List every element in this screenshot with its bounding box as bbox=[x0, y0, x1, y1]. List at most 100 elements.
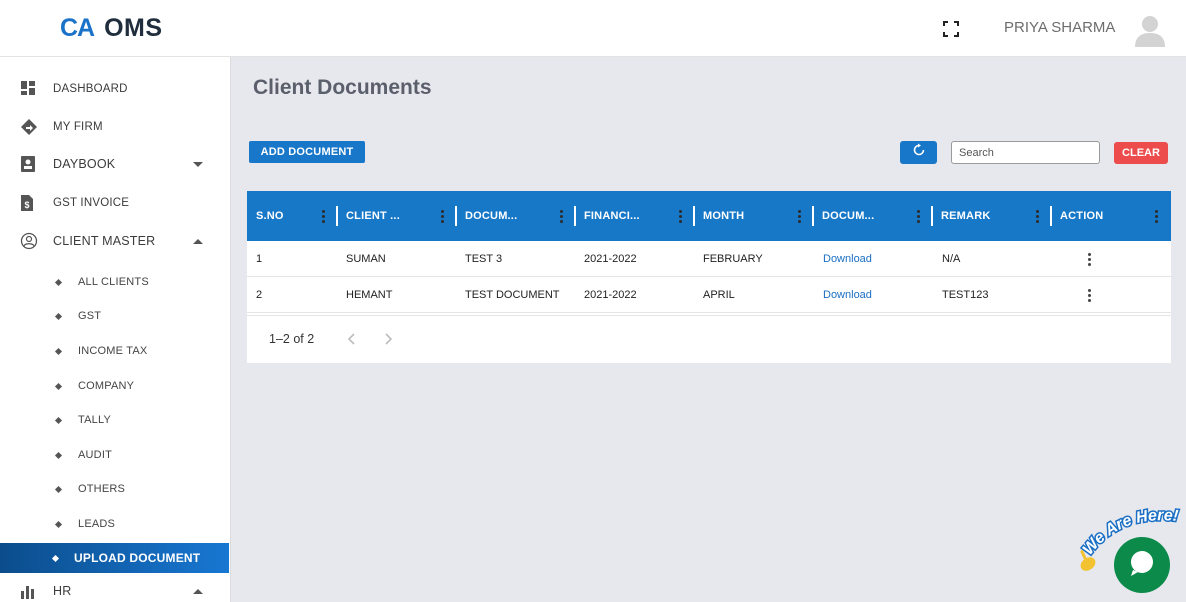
sidebar-subitem-label: INCOME TAX bbox=[78, 345, 148, 357]
column-menu-icon[interactable] bbox=[679, 210, 682, 223]
sidebar-item-label: HR bbox=[53, 584, 72, 598]
hr-chart-icon bbox=[20, 583, 38, 601]
column-header-label: S.NO bbox=[256, 210, 284, 222]
firm-icon bbox=[20, 118, 38, 136]
cell-sno: 1 bbox=[256, 253, 263, 265]
table-row[interactable]: 1 SUMAN TEST 3 2021-2022 FEBRUARY Downlo… bbox=[247, 241, 1171, 277]
column-menu-icon[interactable] bbox=[917, 210, 920, 223]
add-document-button[interactable]: ADD DOCUMENT bbox=[249, 141, 365, 163]
column-header-month[interactable]: MONTH bbox=[694, 191, 813, 241]
svg-text:$: $ bbox=[24, 200, 29, 210]
cell-remark: TEST123 bbox=[942, 289, 989, 301]
column-menu-icon[interactable] bbox=[441, 210, 444, 223]
app-logo[interactable]: CA OMS bbox=[60, 14, 163, 43]
sidebar-subitem-all-clients[interactable]: ALL CLIENTS bbox=[0, 267, 229, 297]
column-header-document[interactable]: DOCUM... bbox=[456, 191, 575, 241]
column-header-label: FINANCI... bbox=[584, 210, 640, 222]
column-menu-icon[interactable] bbox=[560, 210, 563, 223]
column-header-label: DOCUM... bbox=[465, 210, 518, 222]
row-actions-icon[interactable] bbox=[1088, 253, 1092, 269]
sidebar-subitem-company[interactable]: COMPANY bbox=[0, 371, 229, 401]
sidebar-subitem-label: ALL CLIENTS bbox=[78, 276, 149, 288]
clear-button[interactable]: CLEAR bbox=[1114, 142, 1168, 164]
bullet-icon bbox=[54, 347, 63, 355]
cell-remark: N/A bbox=[942, 253, 961, 265]
cell-financial-year: 2021-2022 bbox=[584, 253, 637, 265]
chevron-up-icon bbox=[193, 589, 203, 594]
sidebar-subitem-income-tax[interactable]: INCOME TAX bbox=[0, 336, 229, 366]
column-header-remark[interactable]: REMARK bbox=[932, 191, 1051, 241]
sidebar-subitem-audit[interactable]: AUDIT bbox=[0, 440, 229, 470]
sidebar-subitem-leads[interactable]: LEADS bbox=[0, 509, 229, 539]
sidebar-subitem-others[interactable]: OTHERS bbox=[0, 474, 229, 504]
column-header-label: DOCUM... bbox=[822, 210, 875, 222]
dashboard-icon bbox=[20, 80, 38, 98]
column-menu-icon[interactable] bbox=[1155, 210, 1158, 223]
download-link[interactable]: Download bbox=[823, 277, 872, 313]
sidebar-item-label: DAYBOOK bbox=[53, 157, 116, 171]
sidebar-item-my-firm[interactable]: MY FIRM bbox=[0, 109, 229, 145]
sidebar-item-gst-invoice[interactable]: $ GST INVOICE bbox=[0, 185, 229, 221]
column-header-label: MONTH bbox=[703, 210, 745, 222]
bullet-icon bbox=[54, 382, 63, 390]
fullscreen-icon[interactable] bbox=[943, 21, 959, 37]
column-header-action[interactable]: ACTION bbox=[1051, 191, 1171, 241]
column-menu-icon[interactable] bbox=[1036, 210, 1039, 223]
bullet-icon bbox=[54, 520, 63, 528]
sidebar-subitem-label: GST bbox=[78, 310, 102, 322]
column-header-sno[interactable]: S.NO bbox=[247, 191, 337, 241]
cell-client: HEMANT bbox=[346, 289, 393, 301]
cell-financial-year: 2021-2022 bbox=[584, 289, 637, 301]
user-name[interactable]: PRIYA SHARMA bbox=[1004, 19, 1115, 36]
sidebar-subitem-label: AUDIT bbox=[78, 449, 112, 461]
daybook-icon bbox=[20, 155, 38, 173]
column-header-client[interactable]: CLIENT ... bbox=[337, 191, 456, 241]
download-link[interactable]: Download bbox=[823, 241, 872, 277]
cell-month: FEBRUARY bbox=[703, 253, 763, 265]
pagination-info: 1–2 of 2 bbox=[269, 332, 315, 346]
sidebar-subitem-gst[interactable]: GST bbox=[0, 301, 229, 331]
chevron-down-icon bbox=[193, 162, 203, 167]
bullet-icon bbox=[54, 485, 63, 493]
page-title: Client Documents bbox=[253, 76, 432, 99]
column-header-label: CLIENT ... bbox=[346, 210, 400, 222]
cell-client: SUMAN bbox=[346, 253, 386, 265]
column-menu-icon[interactable] bbox=[798, 210, 801, 223]
sidebar-item-label: DASHBOARD bbox=[53, 83, 128, 95]
column-header-financial-year[interactable]: FINANCI... bbox=[575, 191, 694, 241]
sidebar-item-hr[interactable]: HR bbox=[0, 573, 229, 602]
chevron-right-icon[interactable] bbox=[380, 331, 396, 347]
sidebar-item-client-master[interactable]: CLIENT MASTER bbox=[0, 223, 229, 259]
column-header-document-file[interactable]: DOCUM... bbox=[813, 191, 932, 241]
sidebar-subitem-tally[interactable]: TALLY bbox=[0, 405, 229, 435]
sidebar-subitem-label: TALLY bbox=[78, 414, 111, 426]
chat-bubble-icon bbox=[1127, 548, 1157, 583]
sidebar-item-label: MY FIRM bbox=[53, 121, 103, 133]
sidebar-subitem-label: UPLOAD DOCUMENT bbox=[74, 551, 201, 565]
column-header-label: REMARK bbox=[941, 210, 991, 222]
refresh-button[interactable] bbox=[900, 141, 937, 164]
client-master-icon bbox=[20, 232, 38, 250]
sidebar-item-label: CLIENT MASTER bbox=[53, 234, 156, 248]
cell-document: TEST DOCUMENT bbox=[465, 289, 560, 301]
top-header: CA OMS PRIYA SHARMA bbox=[0, 0, 1186, 57]
row-actions-icon[interactable] bbox=[1088, 289, 1092, 305]
pagination: 1–2 of 2 bbox=[247, 315, 1171, 363]
search-input[interactable] bbox=[951, 141, 1100, 164]
chat-button[interactable] bbox=[1114, 537, 1170, 593]
column-menu-icon[interactable] bbox=[322, 210, 325, 223]
sidebar: DASHBOARD MY FIRM DAYBOOK $ GST INVOICE … bbox=[0, 57, 231, 602]
documents-table: S.NO CLIENT ... DOCUM... FINANCI... MONT… bbox=[247, 191, 1171, 363]
sidebar-item-daybook[interactable]: DAYBOOK bbox=[0, 146, 229, 182]
bullet-icon bbox=[54, 451, 63, 459]
sidebar-item-dashboard[interactable]: DASHBOARD bbox=[0, 71, 229, 107]
bullet-icon bbox=[54, 416, 63, 424]
cell-sno: 2 bbox=[256, 289, 263, 301]
table-row[interactable]: 2 HEMANT TEST DOCUMENT 2021-2022 APRIL D… bbox=[247, 277, 1171, 313]
table-header: S.NO CLIENT ... DOCUM... FINANCI... MONT… bbox=[247, 191, 1171, 241]
chevron-left-icon[interactable] bbox=[344, 331, 360, 347]
sidebar-subitem-upload-document[interactable]: UPLOAD DOCUMENT bbox=[0, 543, 229, 573]
bullet-icon bbox=[54, 312, 63, 320]
avatar-icon[interactable] bbox=[1134, 13, 1166, 47]
cell-month: APRIL bbox=[703, 289, 735, 301]
